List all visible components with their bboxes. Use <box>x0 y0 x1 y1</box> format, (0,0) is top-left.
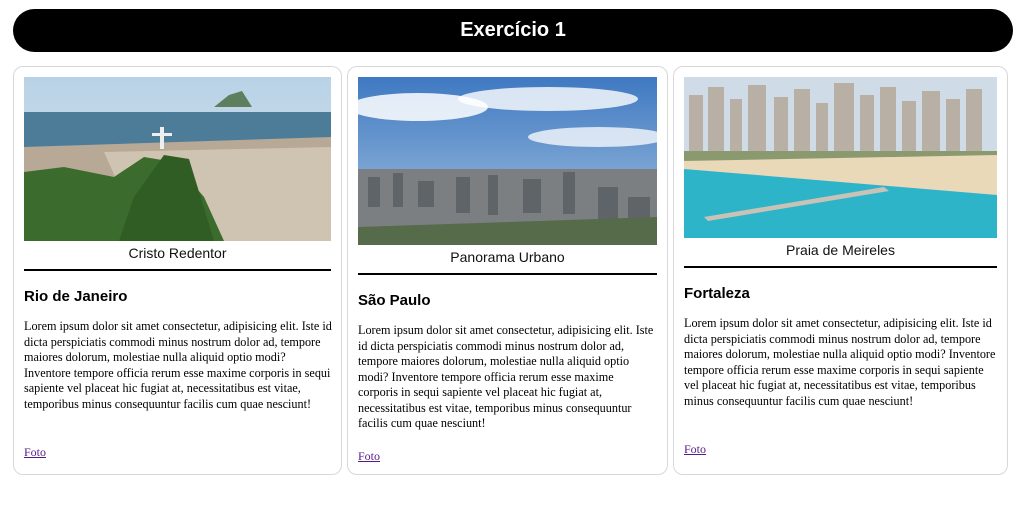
rio-city-title: Rio de Janeiro <box>24 288 128 305</box>
sao-paulo-city-title: São Paulo <box>358 292 431 309</box>
page-title: Exercício 1 <box>460 19 566 41</box>
fortaleza-photo <box>684 77 997 238</box>
rio-divider <box>24 269 331 271</box>
sao-paulo-photo-link[interactable]: Foto <box>358 449 380 464</box>
page-header: Exercício 1 <box>13 9 1013 52</box>
sao-paulo-divider <box>358 273 657 275</box>
rio-photo <box>24 77 331 241</box>
rio-photo-caption: Cristo Redentor <box>128 245 227 261</box>
fortaleza-city-title: Fortaleza <box>684 285 750 302</box>
sao-paulo-description: Lorem ipsum dolor sit amet consectetur, … <box>358 323 654 430</box>
rio-description: Lorem ipsum dolor sit amet consectetur, … <box>24 319 332 411</box>
fortaleza-photo-caption: Praia de Meireles <box>786 242 895 258</box>
fortaleza-photo-link[interactable]: Foto <box>684 442 706 457</box>
fortaleza-divider <box>684 266 997 268</box>
sao-paulo-photo-caption: Panorama Urbano <box>450 249 565 265</box>
sao-paulo-photo <box>358 77 657 245</box>
fortaleza-description: Lorem ipsum dolor sit amet consectetur, … <box>684 316 996 408</box>
rio-photo-link[interactable]: Foto <box>24 445 46 460</box>
